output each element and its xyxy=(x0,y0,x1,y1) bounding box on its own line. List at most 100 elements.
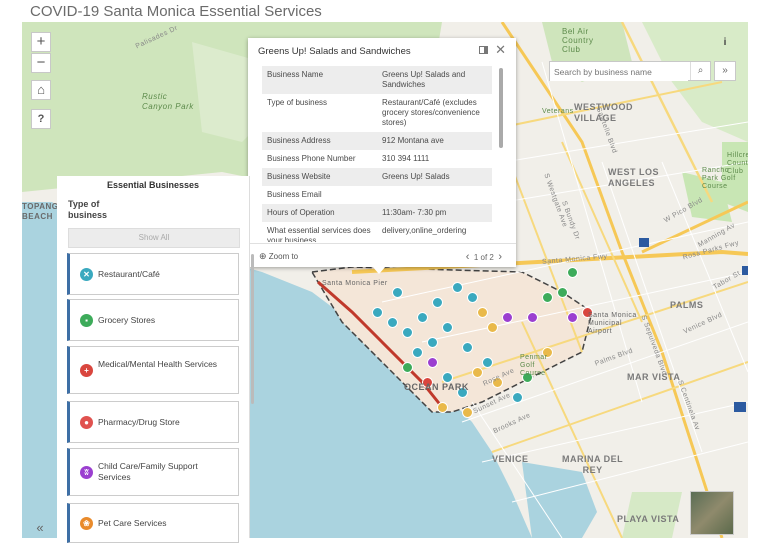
category-item[interactable]: ❀ Pet Care Services xyxy=(67,503,239,543)
poi-marker[interactable] xyxy=(487,322,498,333)
map-label-venice: VENICE xyxy=(492,454,529,464)
popup-header: Greens Up! Salads and Sandwiches ✕ xyxy=(248,38,516,64)
poi-marker[interactable] xyxy=(392,287,403,298)
type-of-business-label: Type of business xyxy=(68,199,108,220)
poi-marker[interactable] xyxy=(432,297,443,308)
poi-marker[interactable] xyxy=(567,267,578,278)
poi-marker[interactable] xyxy=(412,347,423,358)
search-input[interactable] xyxy=(550,63,688,81)
basemap-toggle[interactable] xyxy=(690,491,734,535)
attribute-row: Type of business Restaurant/Café (exclude… xyxy=(262,94,492,132)
map-label-sm-pier: Santa Monica Pier xyxy=(322,280,388,287)
map-label-sm-airport: Santa Monica Municipal Airport xyxy=(588,312,637,335)
category-label: Child Care/Family Support Services xyxy=(98,461,198,482)
poi-marker[interactable] xyxy=(442,322,453,333)
poi-marker[interactable] xyxy=(427,357,438,368)
dock-icon[interactable] xyxy=(479,46,488,54)
popup-pager: ‹ 1 of 2 › xyxy=(466,251,502,263)
map-label-penmar: Penmar Golf Course xyxy=(520,354,548,377)
panel-title: Essential Businesses xyxy=(106,180,200,190)
attribute-row: What essential services does your busine… xyxy=(262,222,492,242)
zoom-to-label: Zoom to xyxy=(268,252,299,261)
attribute-row: Business Phone Number 310 394 1111 xyxy=(262,150,492,168)
expand-panel-button[interactable]: » xyxy=(714,61,736,81)
attribute-row: Business Email xyxy=(262,186,492,204)
category-item[interactable]: + Medical/Mental Health Services xyxy=(67,346,239,394)
map-label-palms: PALMS xyxy=(670,300,704,310)
poi-marker[interactable] xyxy=(542,292,553,303)
attribute-key: Hours of Operation xyxy=(262,204,377,222)
popup-scrollbar[interactable] xyxy=(499,68,503,148)
category-item[interactable]: ✕ Restaurant/Café xyxy=(67,253,239,295)
poi-marker[interactable] xyxy=(467,292,478,303)
category-item[interactable]: ʬ Child Care/Family Support Services xyxy=(67,448,239,496)
category-label: Grocery Stores xyxy=(98,314,156,325)
attribute-key: Type of business xyxy=(267,98,328,107)
collapse-panel-button[interactable]: « xyxy=(30,518,50,538)
poi-marker[interactable] xyxy=(477,307,488,318)
app-window: { "app": {"title": "COVID-19 Santa Monic… xyxy=(0,0,768,550)
poi-marker[interactable] xyxy=(512,392,523,403)
map-label-hillcrest: Hillcrest Country Club xyxy=(727,152,748,175)
attribute-value: Greens Up! Salads xyxy=(377,168,492,186)
category-label: Pharmacy/Drug Store xyxy=(98,416,180,427)
poi-marker[interactable] xyxy=(482,357,493,368)
attribute-value: 912 Montana ave xyxy=(377,132,492,150)
map-label-marina-del-rey: MARINA DEL REY xyxy=(562,454,624,475)
map-label-rustic-canyon: Rustic Canyon Park xyxy=(142,92,194,111)
prev-feature-button[interactable]: ‹ xyxy=(466,251,470,263)
app-title: COVID-19 Santa Monica Essential Services xyxy=(30,3,322,20)
zoom-to-button[interactable]: ⊕ Zoom to xyxy=(259,251,298,262)
zoom-out-button[interactable]: − xyxy=(31,53,51,73)
essential-businesses-panel: Essential Businesses Type of business Sh… xyxy=(57,176,254,543)
attribute-value: Greens Up! Salads and Sandwiches xyxy=(377,66,492,94)
search-widget: ⌕ xyxy=(549,61,711,81)
poi-marker[interactable] xyxy=(402,362,413,373)
poi-marker[interactable] xyxy=(372,307,383,318)
poi-marker[interactable] xyxy=(417,312,428,323)
pill-icon: ● xyxy=(80,416,93,429)
attribute-value: 310 394 1111 xyxy=(382,154,430,163)
poi-marker[interactable] xyxy=(557,287,568,298)
help-button[interactable]: ? xyxy=(31,109,51,129)
map-label-mar-vista: MAR VISTA xyxy=(627,372,681,382)
paw-icon: ❀ xyxy=(80,517,93,530)
search-icon[interactable]: ⌕ xyxy=(690,62,710,80)
attribute-value: delivery,online_ordering xyxy=(382,226,467,235)
poi-marker[interactable] xyxy=(427,337,438,348)
attribute-key: Business Phone Number xyxy=(267,154,356,163)
show-all-button[interactable]: Show All xyxy=(68,228,240,248)
attribute-key: Business Website xyxy=(262,168,377,186)
family-icon: ʬ xyxy=(80,466,93,479)
poi-marker[interactable] xyxy=(462,342,473,353)
poi-marker[interactable] xyxy=(502,312,513,323)
pager-label: 1 of 2 xyxy=(473,253,494,262)
popup-footer: ⊕ Zoom to ‹ 1 of 2 › xyxy=(248,243,516,267)
poi-marker[interactable] xyxy=(402,327,413,338)
poi-marker[interactable] xyxy=(387,317,398,328)
map-label-veterans: Veterans xyxy=(542,108,574,115)
poi-marker[interactable] xyxy=(452,282,463,293)
category-item[interactable]: ● Pharmacy/Drug Store xyxy=(67,401,239,443)
zoom-magnifier-icon: ⊕ xyxy=(259,251,267,261)
panel-scrollbar[interactable] xyxy=(251,254,254,404)
map-label-bel-air: Bel Air Country Club xyxy=(562,27,594,54)
category-item[interactable]: ▪ Grocery Stores xyxy=(67,299,239,341)
poi-marker[interactable] xyxy=(567,312,578,323)
attribute-value: Restaurant/Café (excludes grocery stores… xyxy=(382,98,480,127)
poi-marker[interactable] xyxy=(437,402,448,413)
close-icon[interactable]: ✕ xyxy=(495,42,506,58)
popup-attribute-table: Business Name Greens Up! Salads and Sandw… xyxy=(262,66,492,242)
medical-icon: + xyxy=(80,364,93,377)
map-label-west-la: WEST LOS ANGELES xyxy=(608,167,659,188)
poi-marker[interactable] xyxy=(472,367,483,378)
home-button[interactable]: ⌂ xyxy=(31,80,51,100)
zoom-in-button[interactable]: + xyxy=(31,32,51,52)
category-label: Restaurant/Café xyxy=(98,268,160,279)
next-feature-button[interactable]: › xyxy=(498,251,502,263)
category-label: Medical/Mental Health Services xyxy=(98,359,218,369)
info-icon[interactable]: i xyxy=(715,34,735,52)
attribute-row: Hours of Operation 11:30am- 7:30 pm xyxy=(262,204,492,222)
poi-marker[interactable] xyxy=(527,312,538,323)
category-label: Pet Care Services xyxy=(98,517,167,528)
